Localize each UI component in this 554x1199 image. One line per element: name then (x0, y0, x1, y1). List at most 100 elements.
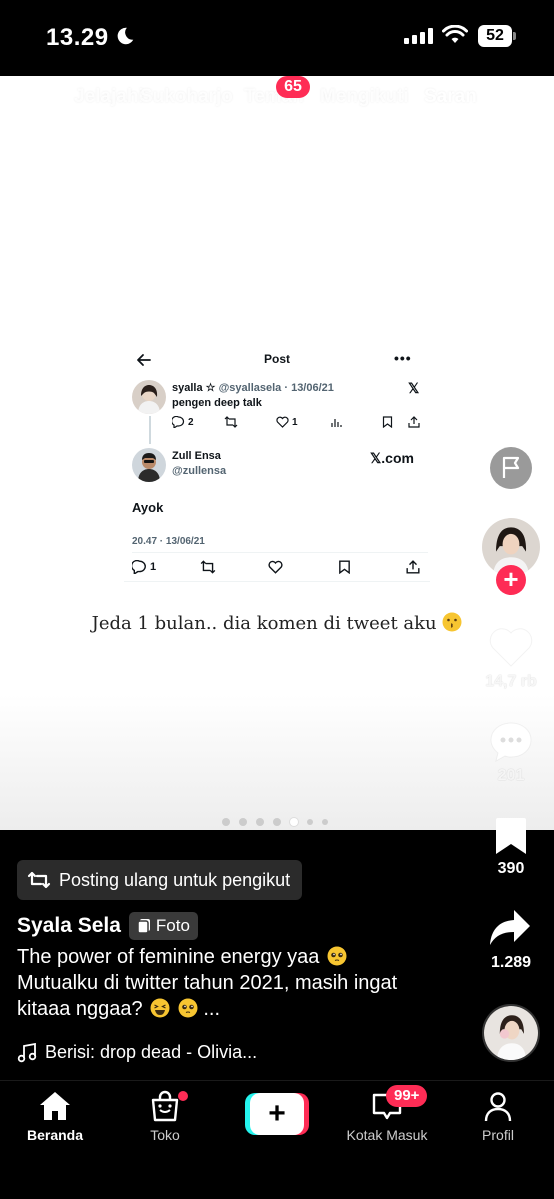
top-nav: LIVE Jelajahi Sukoharjo Teman 65 Mengiku… (0, 76, 554, 132)
bottom-navigation: Beranda Toko + Kotak Masuk 99+ Profil (0, 1080, 554, 1199)
tweet-author: syalla ☆ @syallasela · 13/06/21 (172, 381, 334, 394)
description-ellipsis: ... (203, 998, 221, 1020)
nav-shop[interactable]: Toko (110, 1089, 220, 1143)
nav-profile[interactable]: Profil (443, 1089, 553, 1143)
tweet-screenshot: Post ••• syalla ☆ @syallasela · 13/06/21… (124, 344, 430, 584)
reply-author-name: Zull Ensa (172, 450, 221, 462)
page-dot (222, 818, 230, 826)
like-count-value: 1 (292, 416, 298, 428)
reply-count: 2 (172, 416, 194, 428)
like-icon (268, 560, 283, 574)
repost-label: Posting ulang untuk pengikut (59, 869, 291, 890)
share-icon (408, 416, 420, 428)
home-icon (40, 1092, 70, 1120)
reply-datetime: 20.47 · 13/06/21 (132, 536, 205, 547)
wifi-icon (442, 25, 468, 43)
heart-icon[interactable] (488, 626, 534, 668)
plus-icon: + (250, 1093, 304, 1135)
page-dot (322, 819, 328, 825)
create-post-button[interactable]: + (245, 1093, 309, 1135)
reply-count-value: 1 (150, 561, 157, 573)
tab-saran[interactable]: Saran (424, 86, 477, 108)
photo-caption-overlay: Jeda 1 bulan.. dia komen di tweet aku (0, 612, 554, 634)
carousel-page-indicator (222, 818, 328, 826)
x-com-label: 𝕏.com (370, 450, 414, 466)
page-dot-active (290, 818, 298, 826)
tweet-author-name: syalla ☆ (172, 382, 216, 394)
shop-notification-dot (178, 1091, 188, 1101)
inbox-badge: 99+ (386, 1085, 428, 1107)
teman-notification-badge: 65 (276, 76, 310, 98)
report-flag-button[interactable] (490, 447, 532, 489)
page-dot (256, 818, 264, 826)
tab-sukoharjo[interactable]: Sukoharjo (140, 86, 233, 108)
cellular-signal-icon (404, 28, 433, 44)
tweet-page-title: Post (263, 352, 290, 366)
clock: 13.29 (46, 24, 109, 51)
reply-count-value: 2 (188, 416, 194, 428)
bookmark-count: 390 (497, 860, 525, 877)
avatar (132, 380, 166, 414)
laughing-face-emoji-icon (150, 998, 170, 1018)
more-dots-icon: ••• (394, 350, 412, 366)
moon-icon (117, 27, 134, 45)
tab-jelajahi[interactable]: Jelajahi (74, 86, 144, 108)
comment-count: 201 (497, 767, 525, 784)
photo-caption-text: Jeda 1 bulan.. dia komen di tweet aku (91, 613, 437, 634)
sound-disc[interactable] (482, 1004, 540, 1062)
comment-icon[interactable] (489, 720, 533, 764)
follow-button[interactable]: + (496, 565, 526, 595)
search-icon[interactable] (498, 82, 532, 116)
repost-for-followers-chip[interactable]: Posting ulang untuk pengikut (17, 860, 303, 900)
share-arrow-icon[interactable] (488, 908, 532, 948)
retweet-icon (200, 560, 216, 574)
photo-type-label: Foto (155, 916, 190, 935)
photo-type-badge: Foto (128, 912, 198, 940)
reply-icon (172, 416, 185, 428)
like-icon (276, 416, 289, 428)
reply-author-handle: @zullensa (172, 465, 227, 477)
flag-icon (502, 456, 520, 478)
like-count: 14,7 rb (485, 673, 537, 690)
nav-profile-label: Profil (482, 1127, 514, 1143)
nav-inbox-label: Kotak Masuk (346, 1127, 428, 1143)
photo-content[interactable]: LIVE Jelajahi Sukoharjo Teman 65 Mengiku… (0, 76, 554, 830)
retweet-icon (224, 416, 238, 428)
bookmark-icon (382, 416, 393, 428)
repost-icon (27, 871, 51, 889)
post-description[interactable]: The power of feminine energy yaa Mutualk… (17, 944, 437, 1022)
bookmark-icon (338, 560, 351, 574)
nav-home-label: Beranda (26, 1127, 84, 1143)
tweet-text: pengen deep talk (172, 397, 262, 409)
status-bar: 13.29 52 (0, 0, 554, 76)
author-name[interactable]: Syala Sela (17, 914, 121, 938)
music-note-icon (17, 1042, 37, 1062)
page-dot (239, 818, 247, 826)
battery-level: 52 (478, 25, 512, 47)
page-dot (307, 819, 313, 825)
thread-line (149, 416, 151, 444)
battery-indicator: 52 (478, 25, 516, 47)
pleading-face-emoji-icon (178, 998, 198, 1018)
share-count: 1.289 (490, 954, 532, 971)
music-row[interactable]: Berisi: drop dead - Olivia... (17, 1042, 257, 1063)
page-dot (273, 818, 281, 826)
reply-count: 1 (132, 560, 156, 574)
bookmark-icon[interactable] (494, 816, 528, 856)
share-icon (406, 560, 420, 574)
description-line-1: The power of feminine energy yaa (17, 946, 320, 968)
tweet-author-handle: @syallasela · 13/06/21 (218, 382, 334, 394)
profile-icon (484, 1092, 512, 1122)
nav-home[interactable]: Beranda (0, 1089, 110, 1143)
reply-actions: 1 (132, 560, 428, 576)
like-count: 1 (276, 416, 298, 428)
music-title: Berisi: drop dead - Olivia... (45, 1042, 258, 1062)
photo-icon (137, 919, 150, 934)
shopping-bag-icon (151, 1090, 179, 1122)
tab-mengikuti[interactable]: Mengikuti (320, 86, 409, 108)
kissing-face-emoji-icon (442, 612, 462, 632)
live-tv-icon[interactable]: LIVE (22, 82, 58, 118)
tweet-actions: 2 1 (172, 416, 422, 432)
avatar (132, 448, 166, 482)
views-icon (330, 416, 342, 428)
